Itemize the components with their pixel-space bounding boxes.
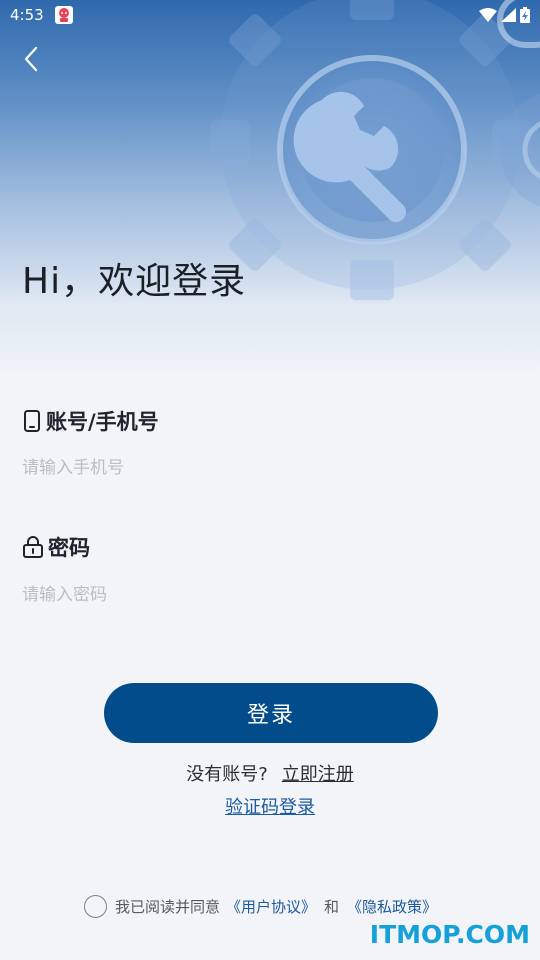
wifi-icon: [479, 8, 497, 22]
sms-login-link[interactable]: 验证码登录: [0, 793, 540, 819]
password-label-text: 密码: [48, 536, 90, 560]
phone-input[interactable]: [22, 451, 518, 485]
register-row: 没有账号? 立即注册: [0, 760, 540, 786]
battery-charging-icon: [520, 7, 530, 23]
signal-icon: [501, 8, 516, 22]
agreement-and: 和: [324, 898, 340, 916]
phone-icon: [24, 410, 40, 432]
agreement-row: 我已阅读并同意 《用户协议》 和 《隐私政策》: [84, 895, 437, 918]
account-label-text: 账号/手机号: [46, 410, 159, 434]
status-time: 4:53: [10, 6, 44, 24]
lock-icon: [23, 536, 43, 558]
page-title: Hi，欢迎登录: [22, 261, 247, 302]
register-prompt: 没有账号?: [186, 764, 268, 785]
login-button[interactable]: 登录: [104, 683, 438, 743]
password-label: 密码: [22, 532, 90, 562]
agreement-prefix: 我已阅读并同意: [115, 898, 221, 916]
status-icons: [479, 7, 530, 23]
status-bar: 4:53: [0, 0, 540, 30]
hero-background: [0, 0, 540, 380]
back-button[interactable]: [14, 42, 48, 76]
privacy-policy-link[interactable]: 《隐私政策》: [347, 896, 437, 917]
app-notification-icon: [54, 6, 73, 24]
agreement-checkbox[interactable]: [84, 895, 107, 918]
register-link[interactable]: 立即注册: [282, 764, 354, 785]
account-label: 账号/手机号: [22, 406, 159, 436]
user-agreement-link[interactable]: 《用户协议》: [226, 896, 316, 917]
watermark-logo: ITMOP.COM: [369, 920, 530, 949]
gear-wrench-illustration: [210, 0, 540, 300]
password-input[interactable]: [22, 578, 518, 612]
chevron-left-icon: [24, 46, 38, 72]
